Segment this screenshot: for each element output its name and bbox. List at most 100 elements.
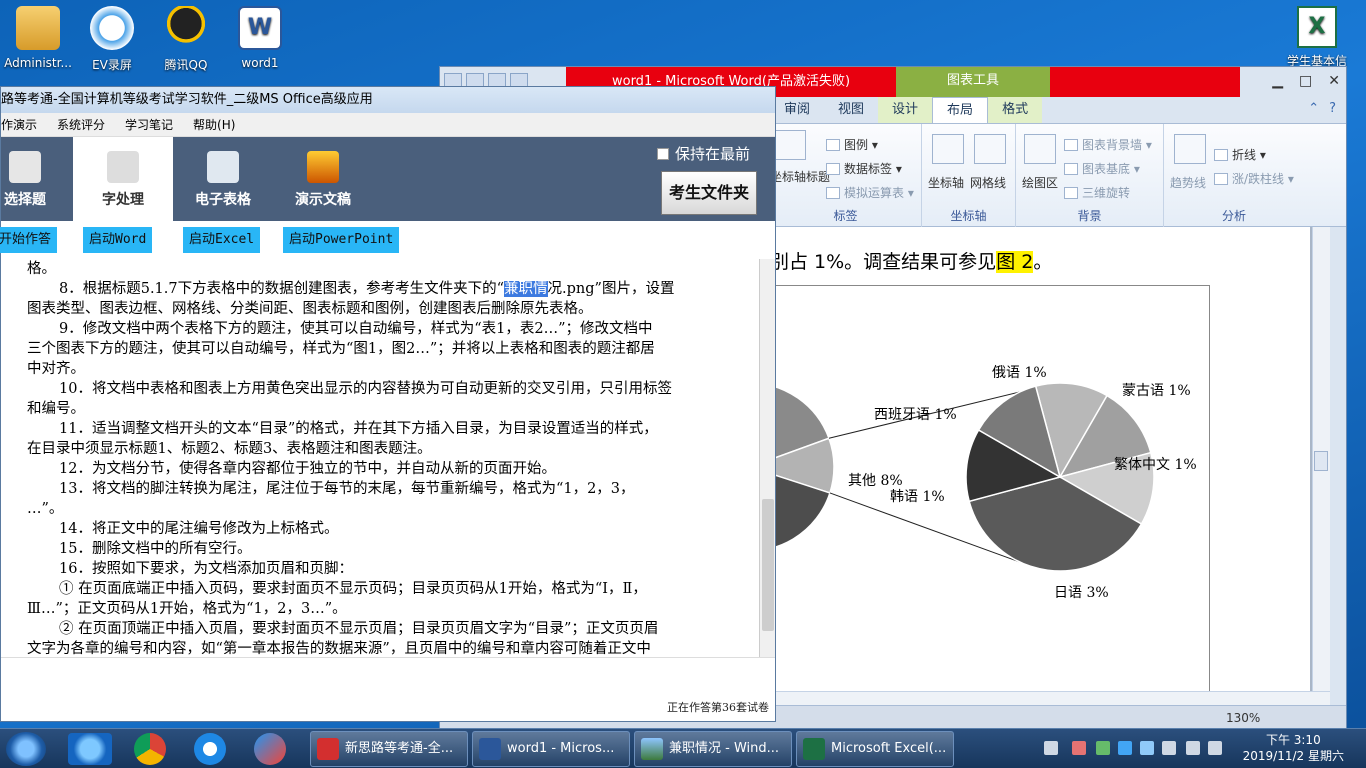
rotation-button[interactable]: 三维旋转 <box>1064 184 1130 201</box>
close-icon[interactable]: ✕ <box>1328 73 1340 89</box>
group-label: 分析 <box>1221 209 1246 223</box>
main-pie-group <box>770 384 835 550</box>
menu-item-notes[interactable]: 学习笔记 <box>125 113 173 136</box>
scroll-thumb[interactable] <box>762 499 774 631</box>
tool-word-processing[interactable]: 字处理 <box>73 137 173 221</box>
question-line: 14．将正文中的尾注编号修改为上标格式。 <box>59 521 339 537</box>
minimize-icon[interactable]: ▁ <box>1272 73 1283 89</box>
group-label: 坐标轴 <box>950 209 987 223</box>
document-vertical-scrollbar[interactable] <box>1312 227 1330 707</box>
bluetooth-icon[interactable] <box>1140 741 1154 755</box>
network-signal-icon[interactable] <box>1186 741 1200 755</box>
tool-label: 选择题 <box>4 192 46 208</box>
axes-button[interactable]: 坐标轴 <box>928 174 964 191</box>
exam-status-text: 正在作答第36套试卷 <box>667 701 769 714</box>
tool-presentation[interactable]: 演示文稿 <box>273 137 373 221</box>
data-labels-button[interactable]: 数据标签 ▾ <box>826 160 902 177</box>
rotation-label: 三维旋转 <box>1082 186 1131 200</box>
start-button[interactable] <box>6 732 46 766</box>
task-image-viewer[interactable]: 兼职情况 - Wind... <box>634 731 792 767</box>
title-bar-fill <box>1050 67 1240 97</box>
axis-title-button[interactable]: 坐标轴标题 <box>770 168 830 185</box>
trendline-button[interactable]: 趋势线 <box>1170 174 1206 191</box>
scroll-thumb[interactable] <box>1314 451 1328 471</box>
volume-icon[interactable] <box>1208 741 1222 755</box>
keep-on-top-checkbox[interactable]: 保持在最前 <box>657 143 750 164</box>
start-answer-button[interactable]: 开始作答 <box>0 227 58 253</box>
selected-text[interactable]: 兼职情 <box>504 281 548 297</box>
launch-powerpoint-button[interactable]: 启动PowerPoint <box>283 227 400 253</box>
zoom-level[interactable]: 130% <box>1226 711 1260 725</box>
question-line: 文字为各章的编号和内容，如“第一章本报告的数据来源”，且页眉中的编号和章内容可随… <box>27 641 651 657</box>
updown-bars-label: 涨/跌柱线 <box>1232 172 1285 186</box>
document-area: 别占 1%。调查结果可参见图 2。 俄语 1% 蒙古语 1% 西班牙语 1% 繁体中文… <box>770 227 1330 707</box>
updown-bars-button[interactable]: 涨/跌柱线 ▾ <box>1214 170 1294 187</box>
tab-format[interactable]: 格式 <box>988 97 1043 123</box>
chart-floor-button[interactable]: 图表基底 ▾ <box>1064 160 1140 177</box>
axis-title-icon[interactable] <box>774 130 806 160</box>
axes-icon[interactable] <box>932 134 964 164</box>
security-icon[interactable] <box>1072 741 1086 755</box>
plot-area-button[interactable]: 绘图区 <box>1022 174 1058 191</box>
text-span: 况.png”图片，设置 <box>547 281 675 297</box>
question-line: 10．将文档中表格和图表上方用黄色突出显示的内容替换为可自动更新的交叉引用，只引… <box>59 381 672 397</box>
desktop-icon-label: 腾讯QQ <box>164 58 208 72</box>
desktop-icon-ev[interactable]: EV录屏 <box>74 6 150 73</box>
tab-layout[interactable]: 布局 <box>932 97 989 123</box>
chrome-icon[interactable] <box>134 733 166 765</box>
desktop-icon-qq[interactable]: 腾讯QQ <box>148 6 224 73</box>
user-folder-icon <box>16 6 60 50</box>
clock[interactable]: 下午 3:10 2019/11/2 星期六 <box>1243 732 1344 764</box>
trendline-icon[interactable] <box>1174 134 1206 164</box>
data-labels-label: 数据标签 <box>844 162 893 176</box>
menu-item-demo[interactable]: 作演示 <box>1 113 37 136</box>
desktop-icon-administrator[interactable]: Administr... <box>0 6 76 70</box>
task-word[interactable]: word1 - Micros... <box>472 731 630 767</box>
tab-review[interactable]: 审阅 <box>770 97 824 123</box>
question-line: ① 在页面底端正中插入页码，要求封面页不显示页码；目录页页码从1开始，格式为“Ⅰ… <box>59 581 647 597</box>
question-line: 在目录中须显示标题1、标题2、标题3、表格题注和图表题注。 <box>27 441 432 457</box>
student-folder-button[interactable]: 考生文件夹 <box>661 171 757 215</box>
shield-icon[interactable] <box>1118 741 1132 755</box>
pinwheel-app-icon[interactable] <box>254 733 286 765</box>
plot-area-icon[interactable] <box>1024 134 1056 164</box>
launch-word-button[interactable]: 启动Word <box>83 227 153 253</box>
sogou-s-icon[interactable] <box>194 733 226 765</box>
collapse-ribbon-icon[interactable]: ⌃ <box>1308 101 1319 116</box>
tab-view[interactable]: 视图 <box>824 97 878 123</box>
document-page[interactable]: 别占 1%。调查结果可参见图 2。 俄语 1% 蒙古语 1% 西班牙语 1% 繁体中文… <box>770 227 1310 707</box>
question-line: 11．适当调整文档开头的文本“目录”的格式，并在其下方插入目录，为目录设置适当的… <box>59 421 658 437</box>
task-label: 新思路等考通-全... <box>345 741 454 756</box>
word-icon <box>479 738 501 760</box>
tool-choice-questions[interactable]: 选择题 <box>0 137 75 221</box>
gridlines-button[interactable]: 网格线 <box>970 174 1006 191</box>
legend-button[interactable]: 图例 ▾ <box>826 136 878 153</box>
task-exam-software[interactable]: 新思路等考通-全... <box>310 731 468 767</box>
desktop-icon-word1[interactable]: word1 <box>222 6 298 70</box>
lines-button[interactable]: 折线 ▾ <box>1214 146 1266 163</box>
launch-excel-button[interactable]: 启动Excel <box>183 227 261 253</box>
ie-icon[interactable] <box>68 733 112 765</box>
desktop-icon-excel[interactable]: 学生基本信 <box>1284 6 1350 69</box>
question-scrollbar[interactable] <box>759 259 775 657</box>
menu-item-grading[interactable]: 系统评分 <box>57 113 105 136</box>
chart-wall-button[interactable]: 图表背景墙 ▾ <box>1064 136 1152 153</box>
ribbon-tabs: 审阅 视图 设计 布局 格式 <box>770 97 1043 123</box>
menu-item-help[interactable]: 帮助(H) <box>193 113 235 136</box>
tab-design[interactable]: 设计 <box>878 97 933 123</box>
document-icon <box>9 151 41 183</box>
task-excel[interactable]: Microsoft Excel(... <box>796 731 954 767</box>
pie-of-pie-chart[interactable]: 俄语 1% 蒙古语 1% 西班牙语 1% 繁体中文 1% 其他 8%韩语 1% 日语 3% <box>770 227 1310 707</box>
help-icon[interactable]: ? <box>1329 101 1336 116</box>
keyboard-icon[interactable] <box>1044 741 1058 755</box>
gridlines-icon[interactable] <box>974 134 1006 164</box>
data-table-button[interactable]: 模拟运算表 ▾ <box>826 184 914 201</box>
exam-menu-bar: 作演示 系统评分 学习笔记 帮助(H) <box>1 113 775 137</box>
maximize-icon[interactable]: □ <box>1299 73 1312 89</box>
label-traditional-chinese: 繁体中文 1% <box>1114 457 1197 473</box>
question-line: 13．将文档的脚注转换为尾注，尾注位于每节的末尾，每节重新编号，格式为“1，2，… <box>59 481 635 497</box>
tool-spreadsheet[interactable]: 电子表格 <box>173 137 273 221</box>
flag-icon[interactable] <box>1096 741 1110 755</box>
chart-tools-label: 图表工具 <box>896 67 1050 97</box>
device-icon[interactable] <box>1162 741 1176 755</box>
